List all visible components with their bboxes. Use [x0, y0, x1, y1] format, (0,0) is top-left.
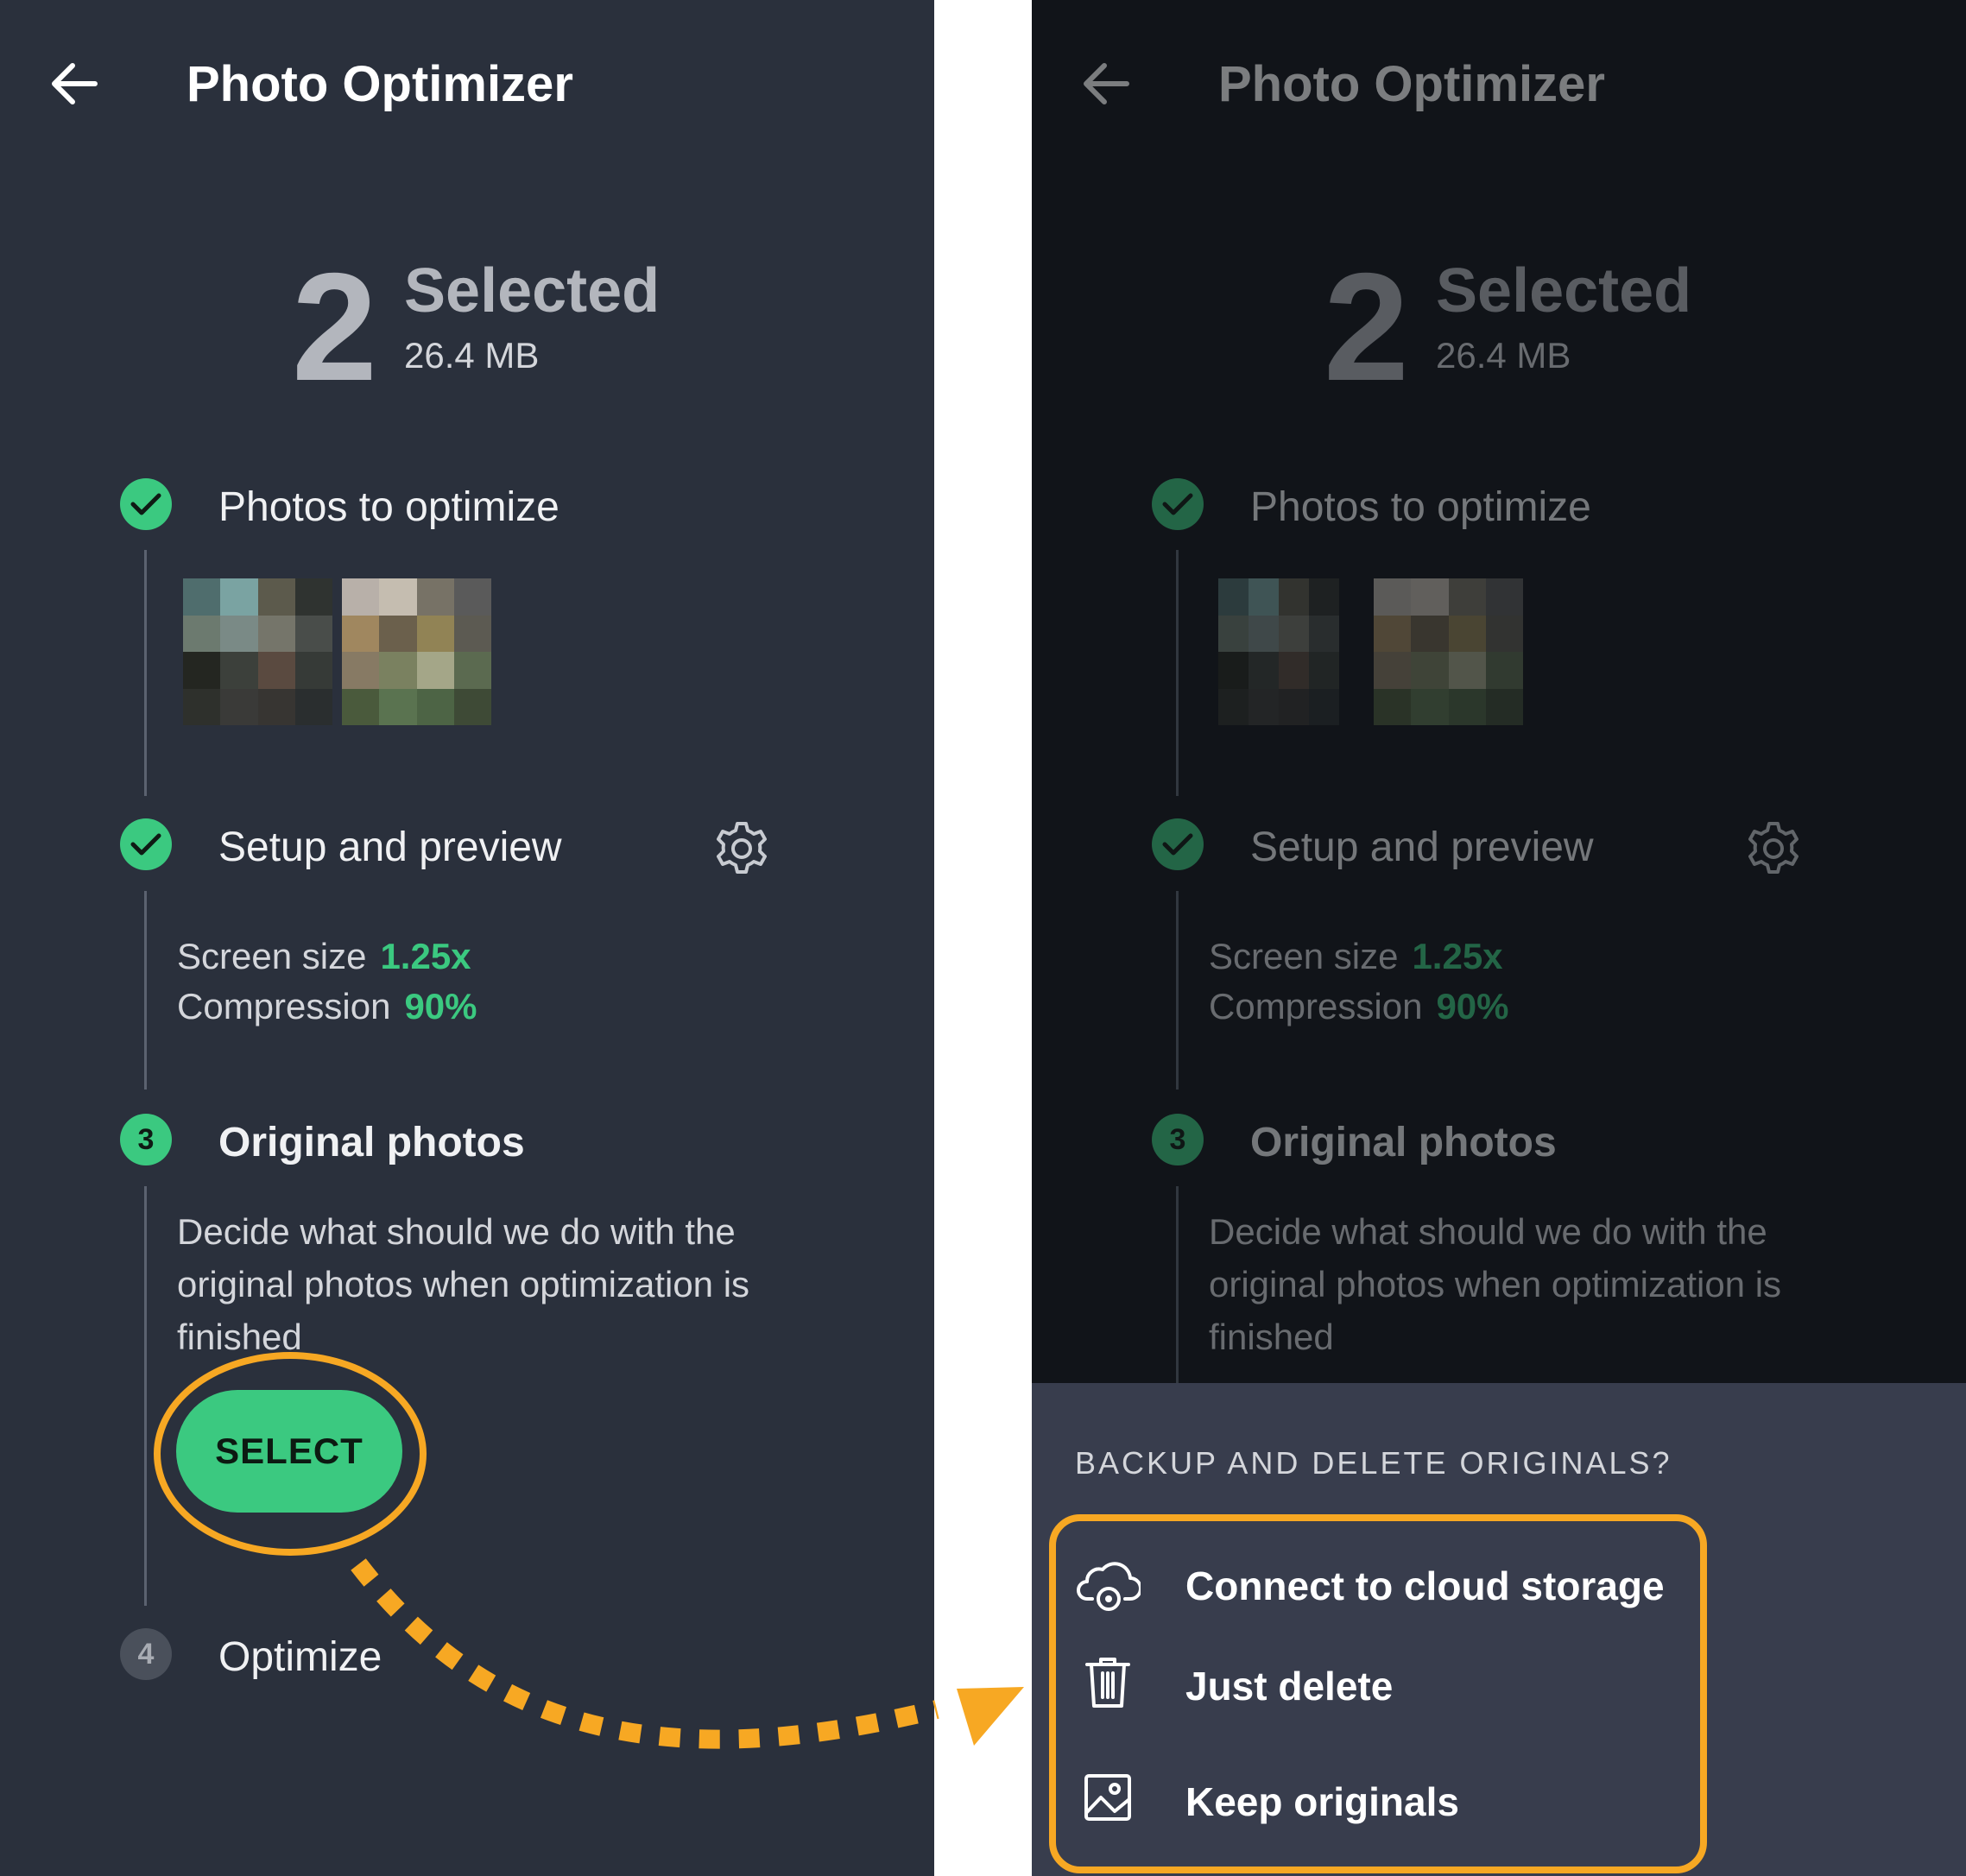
step-2-title: Setup and preview [1250, 824, 1594, 870]
compression-value: 90% [404, 986, 477, 1026]
selected-label: Selected [1436, 256, 1692, 325]
original-photos-description: Decide what should we do with the origin… [177, 1211, 750, 1357]
selected-count: 2 [292, 241, 377, 413]
options-highlight-box [1049, 1514, 1707, 1873]
selected-size: 26.4 MB [1436, 335, 1571, 376]
step-1-check-icon [1152, 478, 1204, 530]
step-2-title: Setup and preview [218, 824, 562, 870]
compression-label: Compression [177, 986, 391, 1026]
step-3-title: Original photos [218, 1120, 525, 1165]
step-1-check-icon [120, 478, 172, 530]
compression-setting: Compression 90% [1209, 986, 1509, 1027]
step-connector [1176, 1186, 1179, 1385]
back-arrow-icon[interactable] [50, 62, 98, 105]
photo-thumbnail[interactable] [183, 578, 332, 725]
screen-size-label: Screen size [1209, 936, 1399, 976]
bottom-sheet-screen: Photo Optimizer 2 Selected 26.4 MB Photo… [1032, 0, 1966, 1876]
step-4-number: 4 [120, 1628, 172, 1680]
screen-size-setting: Screen size 1.25x [1209, 936, 1503, 977]
step-1-title: Photos to optimize [218, 484, 559, 530]
step-connector [1176, 891, 1179, 1090]
main-screen: Photo Optimizer 2 Selected 26.4 MB Photo… [0, 0, 934, 1876]
page-title: Photo Optimizer [1218, 56, 1605, 112]
photo-thumbnail [1374, 578, 1523, 725]
page-title: Photo Optimizer [186, 56, 573, 112]
selected-count: 2 [1324, 241, 1409, 413]
step-1-title: Photos to optimize [1250, 484, 1591, 530]
compression-label: Compression [1209, 986, 1423, 1026]
screen-size-value: 1.25x [380, 936, 471, 976]
compression-value: 90% [1436, 986, 1509, 1026]
step-connector [144, 891, 147, 1090]
step-2-check-icon [120, 818, 172, 870]
sheet-title: BACKUP AND DELETE ORIGINALS? [1075, 1445, 1672, 1481]
step-connector [144, 550, 147, 796]
gear-icon[interactable] [713, 820, 770, 877]
highlight-ring [154, 1352, 427, 1556]
step-3-title: Original photos [1250, 1120, 1557, 1165]
compression-setting: Compression 90% [177, 986, 477, 1027]
step-3-number: 3 [120, 1114, 172, 1165]
step-2-check-icon [1152, 818, 1204, 870]
step-connector [1176, 550, 1179, 796]
step-3-number: 3 [1152, 1114, 1204, 1165]
photo-thumbnail[interactable] [342, 578, 491, 725]
selected-size: 26.4 MB [404, 335, 540, 376]
bottom-sheet: BACKUP AND DELETE ORIGINALS? Connect to … [1032, 1383, 1966, 1876]
original-photos-description: Decide what should we do with the origin… [1209, 1211, 1782, 1357]
back-arrow-icon [1084, 63, 1129, 104]
step-4-title: Optimize [218, 1634, 382, 1680]
screen-size-value: 1.25x [1412, 936, 1503, 976]
selected-label: Selected [404, 256, 661, 325]
photo-thumbnail [1218, 578, 1339, 725]
screen-size-setting: Screen size 1.25x [177, 936, 471, 977]
gear-icon [1748, 822, 1798, 874]
step-connector [144, 1186, 147, 1606]
screen-size-label: Screen size [177, 936, 367, 976]
